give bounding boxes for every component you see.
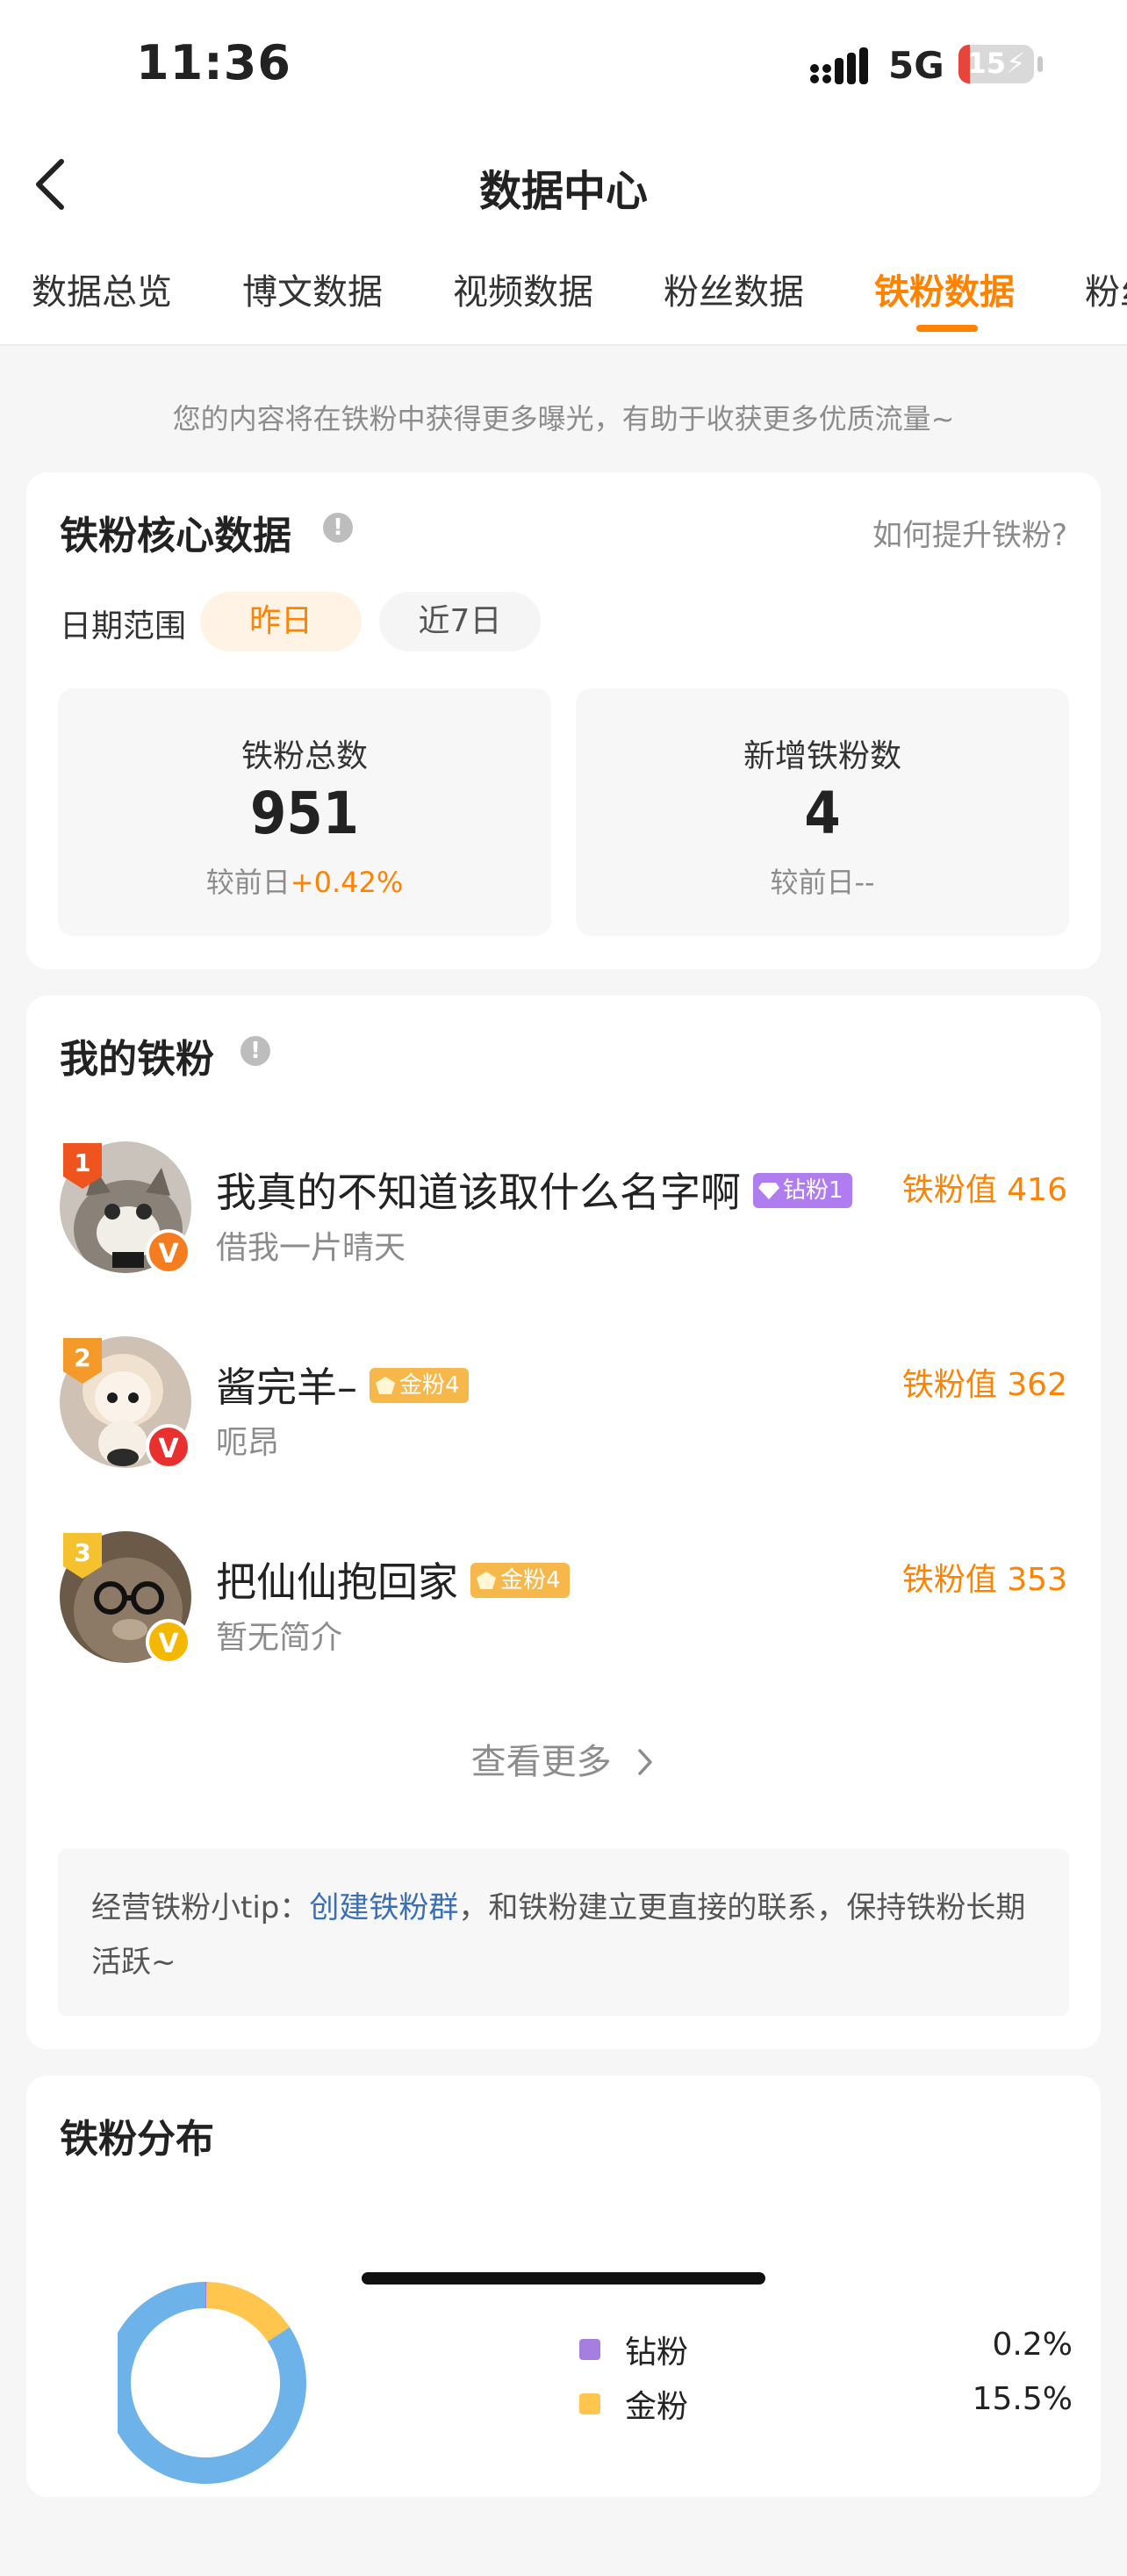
tab-overview[interactable]: 数据总览 <box>32 263 172 314</box>
fan-name: 酱完羊– <box>216 1364 357 1411</box>
core-data-card: 铁粉核心数据 ! 如何提升铁粉? 日期范围 昨日 近7日 铁粉总数 951 较前… <box>26 472 1101 969</box>
legend-color-swatch <box>579 2393 600 2414</box>
status-bar: 11:36 5G 15⚡ <box>0 0 1127 132</box>
fan-level-tag: 金粉4 <box>370 1368 469 1403</box>
info-icon[interactable]: ! <box>240 1036 270 1066</box>
avatar[interactable]: 3 V <box>60 1531 193 1665</box>
legend-item-gold: 金粉 15.5% <box>579 2379 1106 2432</box>
distribution-card: 铁粉分布 钻粉 0.2% 金粉 15.5% <box>26 2076 1101 2497</box>
gold-gem-icon <box>375 1376 396 1395</box>
legend-value: 0.2% <box>993 2327 1073 2363</box>
chevron-right-icon <box>635 1747 656 1777</box>
fan-list-item[interactable]: 2 V 酱完羊– 金粉4 呃昂 铁粉值 362 <box>26 1336 1101 1477</box>
tab-bar: 数据总览 博文数据 视频数据 粉丝数据 铁粉数据 粉丝 <box>0 237 1127 346</box>
fan-level-tag: 钻粉1 <box>753 1173 852 1208</box>
verified-v-icon: V <box>146 1229 191 1275</box>
legend-color-swatch <box>579 2339 600 2360</box>
svg-text:2: 2 <box>74 1343 90 1372</box>
status-time: 11:36 <box>136 35 291 90</box>
rank-2-badge: 2 <box>60 1336 105 1385</box>
distribution-donut-chart <box>118 2207 521 2576</box>
tab-posts[interactable]: 博文数据 <box>242 263 383 314</box>
create-group-link[interactable]: 创建铁粉群 <box>309 1890 458 1925</box>
gold-gem-icon <box>476 1571 497 1590</box>
page-title: 数据中心 <box>0 156 1127 218</box>
fan-subtitle: 暂无简介 <box>216 1612 342 1658</box>
rank-1-badge: 1 <box>60 1141 105 1191</box>
stat-value: 4 <box>576 780 1069 847</box>
fan-subtitle: 借我一片晴天 <box>216 1222 406 1268</box>
tab-fans-more[interactable]: 粉丝 <box>1085 263 1127 314</box>
legend-value: 15.5% <box>973 2381 1073 2417</box>
donut-slice-金粉 <box>206 2295 278 2335</box>
tab-iron-fans[interactable]: 铁粉数据 <box>874 263 1015 314</box>
avatar[interactable]: 2 V <box>60 1336 193 1470</box>
avatar[interactable]: 1 V <box>60 1141 193 1275</box>
total-iron-fans-stat: 铁粉总数 951 较前日+0.42% <box>58 688 551 936</box>
tip-box: 经营铁粉小tip：创建铁粉群，和铁粉建立更直接的联系，保持铁粉长期活跃~ <box>58 1849 1069 2016</box>
range-yesterday-button[interactable]: 昨日 <box>200 592 362 651</box>
fan-subtitle: 呃昂 <box>216 1417 279 1463</box>
date-range-label: 日期范围 <box>60 601 186 646</box>
diamond-icon <box>758 1181 779 1200</box>
verified-v-icon: V <box>146 1619 191 1665</box>
tab-fans[interactable]: 粉丝数据 <box>664 263 804 314</box>
battery-icon: 15⚡ <box>958 45 1034 83</box>
fan-list-item[interactable]: 1 V 我真的不知道该取什么名字啊钻粉1 借我一片晴天 铁粉值 416 <box>26 1141 1101 1282</box>
distribution-title: 铁粉分布 <box>60 2107 214 2163</box>
legend-item-diamond: 钻粉 0.2% <box>579 2325 1106 2378</box>
active-tab-indicator <box>916 325 978 332</box>
battery-level: 15 <box>967 47 1007 80</box>
fan-score: 铁粉值 416 <box>902 1164 1067 1210</box>
fan-list-item[interactable]: 3 V 把仙仙抱回家金粉4 暂无简介 铁粉值 353 <box>26 1531 1101 1672</box>
fan-score: 铁粉值 362 <box>902 1359 1067 1405</box>
fan-score: 铁粉值 353 <box>902 1554 1067 1600</box>
my-fans-title: 我的铁粉 <box>60 1027 214 1083</box>
fan-level-tag: 金粉4 <box>470 1563 570 1598</box>
view-more-label: 查看更多 <box>471 1742 612 1782</box>
range-7days-button[interactable]: 近7日 <box>379 592 541 651</box>
stat-compare: 较前日-- <box>576 860 1069 901</box>
tip-text: 经营铁粉小tip：创建铁粉群，和铁粉建立更直接的联系，保持铁粉长期活跃~ <box>91 1881 1039 1990</box>
nav-bar: 数据中心 <box>0 132 1127 237</box>
tab-videos[interactable]: 视频数据 <box>453 263 593 314</box>
cellular-signal-icon <box>809 46 871 86</box>
svg-text:1: 1 <box>74 1148 90 1177</box>
fan-name: 我真的不知道该取什么名字啊 <box>216 1169 741 1216</box>
stat-value: 951 <box>58 780 551 847</box>
stat-label: 铁粉总数 <box>58 730 551 776</box>
home-indicator <box>362 2272 765 2285</box>
new-iron-fans-stat: 新增铁粉数 4 较前日-- <box>576 688 1069 936</box>
fan-name-row: 我真的不知道该取什么名字啊钻粉1 <box>216 1161 852 1219</box>
rank-3-badge: 3 <box>60 1531 105 1580</box>
my-fans-card: 我的铁粉 ! 1 V 我真的不知道该取什么名字啊钻粉1 <box>26 996 1101 2049</box>
legend-name: 金粉 <box>625 2381 688 2427</box>
fan-name-row: 酱完羊– 金粉4 <box>216 1356 469 1414</box>
svg-text:3: 3 <box>74 1538 90 1567</box>
view-more-button[interactable]: 查看更多 <box>26 1733 1101 1784</box>
battery-tip <box>1037 56 1043 72</box>
network-type: 5G <box>888 44 944 87</box>
stat-label: 新增铁粉数 <box>576 730 1069 776</box>
fan-name-row: 把仙仙抱回家金粉4 <box>216 1551 570 1608</box>
verified-v-icon: V <box>146 1424 191 1470</box>
stat-compare: 较前日+0.42% <box>58 860 551 901</box>
core-data-title: 铁粉核心数据 <box>60 504 291 560</box>
how-to-improve-link[interactable]: 如何提升铁粉? <box>872 511 1067 554</box>
fan-name: 把仙仙抱回家 <box>216 1558 458 1606</box>
info-icon[interactable]: ! <box>323 513 353 543</box>
notice-text: 您的内容将在铁粉中获得更多曝光，有助于收获更多优质流量~ <box>0 397 1127 437</box>
legend-name: 钻粉 <box>625 2327 688 2372</box>
